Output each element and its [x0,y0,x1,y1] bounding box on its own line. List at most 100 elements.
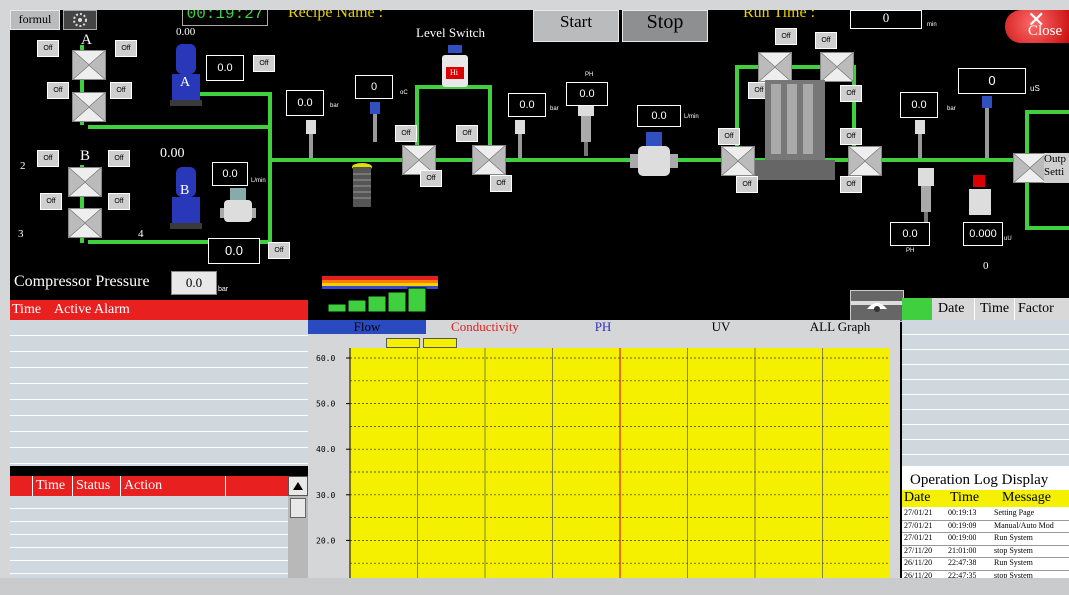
off-button[interactable]: Off [108,193,130,210]
off-button[interactable]: Off [840,85,862,102]
off-button[interactable]: Off [718,128,740,145]
valve-ro-2[interactable] [820,52,854,82]
pump-a[interactable]: A [170,42,202,106]
valve-b2[interactable] [68,208,102,238]
run-time-unit: min [927,22,937,28]
off-button[interactable]: Off [395,125,417,142]
off-button[interactable]: Off [456,125,478,142]
pipe [1025,110,1069,114]
y-tick-label: 20.0 [316,536,335,545]
off-button[interactable]: Off [840,176,862,193]
level-switch-label: Level Switch [416,25,485,40]
valve-b1[interactable] [68,167,102,197]
pressure-3-unit: bar [947,106,956,112]
operation-log-title: Operation Log Display [910,472,1049,488]
valve-group-a-label: A [81,32,92,48]
off-button[interactable]: Off [110,82,132,99]
valve-ro-1[interactable] [758,52,792,82]
valve-a1[interactable] [72,50,106,80]
off-button[interactable]: Off [37,40,59,57]
off-button[interactable]: Off [47,82,69,99]
log-date: 27/11/20 [904,545,933,555]
log-date: 27/01/21 [904,533,933,542]
tab-flow[interactable]: Flow [308,320,426,334]
valve-ro-4[interactable] [848,146,882,176]
tab-ph[interactable]: PH [544,320,662,334]
scroll-up-button[interactable] [288,476,308,496]
tab-uv-label: UV [711,319,731,334]
ph-sensor-2 [915,168,937,222]
formula-button[interactable]: formul [10,10,60,30]
log-time: 00:19:09 [948,520,977,530]
output-settings-button[interactable]: Outp Setti [1044,153,1069,183]
off-button[interactable]: Off [840,128,862,145]
valve-group-b-label: B [80,148,91,164]
valve-a2[interactable] [72,92,106,122]
pump-b-label: B [180,183,190,198]
conductivity-unit: uS [1030,84,1040,93]
flow-unit: L/min [684,114,699,120]
pump-a-label: A [180,75,191,90]
uv-value: 0.000 [963,222,1003,246]
off-button[interactable]: Off [268,242,290,259]
log-time: 21:01:00 [948,545,977,555]
log-time: 22:47:38 [948,558,977,567]
log-header-message: Message [1002,490,1051,505]
stop-label: Stop [646,11,684,33]
off-button[interactable]: Off [115,40,137,57]
tab-all-graph[interactable]: ALL Graph [780,320,900,334]
recipe-name-label: Recipe Name : [288,10,384,21]
factor-table: Date Time Factor [902,298,1069,466]
start-button[interactable]: Start [533,10,619,42]
log-header-date: Date [904,490,931,505]
valve-ro-3[interactable] [721,146,755,176]
graph-panel: Flow Conductivity PH UV ALL Graph 60.0 50… [308,320,900,578]
compressor-pressure-value: 0.0 [171,271,217,295]
log-date: 27/01/21 [904,508,933,517]
bar-graph-icon[interactable] [322,276,438,313]
pressure-sensor-1 [304,120,318,158]
scrollbar[interactable] [288,476,308,578]
compressor-pressure-unit: bar [218,286,229,293]
tab-uv[interactable]: UV [662,320,780,334]
pump-a-reading: 0.00 [176,26,196,38]
num-4-label: 4 [138,228,144,240]
action-header-action: Action [124,478,163,493]
timer-display: 00:19:27 [182,10,268,26]
off-button[interactable]: Off [815,32,837,49]
pump-b-reading: 0.00 [160,146,185,161]
off-button[interactable]: Off [736,176,758,193]
stop-button[interactable]: Stop [622,10,708,42]
water-tap-icon[interactable] [850,290,904,322]
off-button[interactable]: Off [37,150,59,167]
log-message: stop System [994,570,1033,579]
log-message: Run System [994,533,1033,542]
tab-all-graph-label: ALL Graph [809,319,871,334]
num-2-label: 2 [20,160,26,172]
filter-cartridge [350,162,374,210]
off-button[interactable]: Off [420,170,442,187]
off-button[interactable]: Off [253,55,275,72]
gear-icon[interactable] [63,10,97,30]
output-label-1: Outp [1044,153,1066,165]
valve-inlet-2[interactable] [472,145,506,175]
flow-b-value: 0.0 [208,238,260,264]
flow-meter-b [220,188,260,232]
action-header-status: Status [76,478,111,493]
off-button[interactable]: Off [108,150,130,167]
off-button[interactable]: Off [490,175,512,192]
tab-conductivity[interactable]: Conductivity [426,320,544,334]
pump-b[interactable]: B [170,165,202,229]
ph-value: 0.0 [566,82,608,106]
temp-value: 0 [355,75,393,99]
trend-chart: 60.050.040.030.020.010.0 [316,348,890,578]
off-button[interactable]: Off [40,193,62,210]
pressure-3-value: 0.0 [900,92,938,118]
off-button[interactable]: Off [775,28,797,45]
pump-b-value: 0.0 [212,162,248,186]
output-label-2: Setti [1044,166,1065,178]
close-button[interactable]: ✕ Close [1005,10,1069,43]
run-time-value: 0 [850,10,922,29]
ph-2-unit: PH [906,248,915,254]
valve-output[interactable] [1013,153,1047,183]
